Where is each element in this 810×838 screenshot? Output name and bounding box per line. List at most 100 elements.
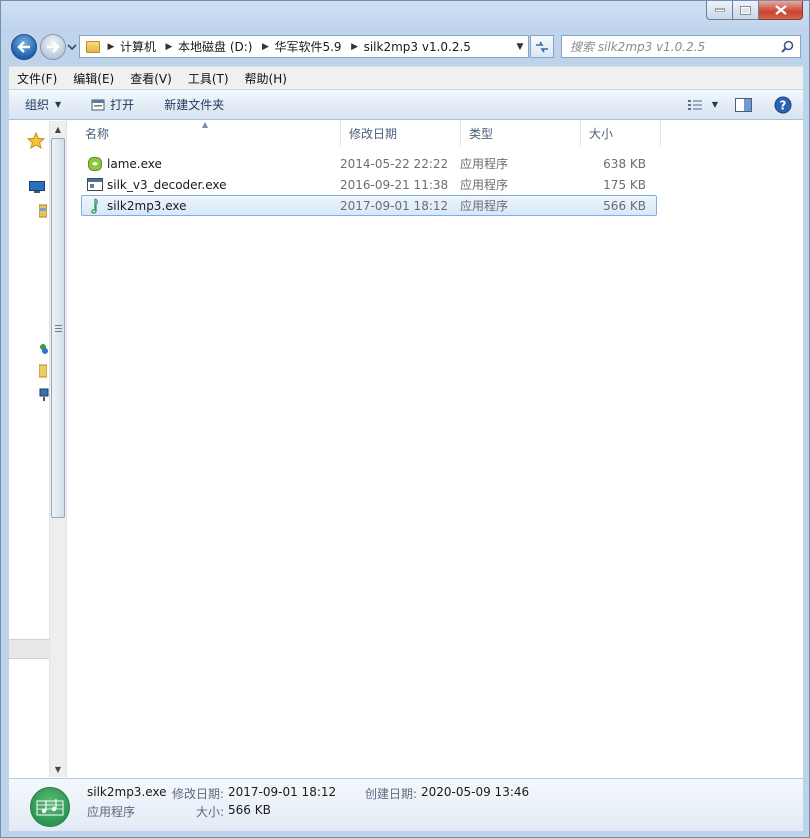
network-icon[interactable] [39, 388, 49, 402]
forward-button[interactable] [40, 34, 66, 60]
breadcrumb-separator-icon[interactable]: ▶ [162, 42, 176, 52]
search-box[interactable] [561, 35, 801, 58]
scroll-up-icon[interactable]: ▲ [50, 121, 66, 137]
change-view-button[interactable] [683, 90, 707, 119]
view-list-icon [688, 99, 702, 110]
view-dropdown-button[interactable]: ▼ [707, 90, 723, 119]
command-bar: 组织 ▼ 打开 新建文件夹 ▼ ? [9, 89, 803, 120]
menu-help[interactable]: 帮助(H) [237, 70, 295, 87]
search-icon[interactable] [781, 40, 794, 53]
file-size: 175 KB [603, 177, 646, 192]
column-header-name-label: 名称 [85, 127, 110, 141]
open-button[interactable]: 打开 [71, 90, 144, 119]
address-dropdown-icon[interactable]: ▼ [512, 42, 528, 52]
arrow-left-icon [17, 41, 30, 53]
navigation-scrollbar[interactable]: ▲ ▼ [49, 121, 66, 777]
computer-folder-icon[interactable] [39, 364, 47, 378]
details-size-label: 大小: [196, 805, 225, 819]
menu-view[interactable]: 查看(V) [122, 70, 180, 87]
breadcrumb-silk2mp3[interactable]: silk2mp3 v1.0.2.5 [362, 40, 477, 54]
new-folder-label: 新建文件夹 [164, 98, 225, 112]
close-button[interactable] [759, 1, 803, 20]
breadcrumb-separator-icon[interactable]: ▶ [258, 42, 272, 52]
file-type: 应用程序 [460, 178, 509, 192]
folder-icon [86, 40, 100, 53]
file-name-cell: lame.exe [82, 156, 340, 172]
details-pane: silk2mp3.exe 应用程序 修改日期: 2017-09-01 18:12… [9, 778, 803, 831]
file-name: silk2mp3.exe [107, 198, 187, 213]
breadcrumb-huajun[interactable]: 华军软件5.9 [272, 38, 347, 55]
chevron-down-icon: ▼ [711, 100, 719, 109]
file-size: 566 KB [603, 198, 646, 213]
file-name-cell: silk_v3_decoder.exe [82, 177, 340, 193]
table-row[interactable]: silk_v3_decoder.exe 2016-09-21 11:38 应用程… [81, 174, 657, 195]
menu-edit[interactable]: 编辑(E) [65, 70, 122, 87]
menu-tools[interactable]: 工具(T) [180, 70, 237, 87]
column-header-size[interactable]: 大小 [581, 120, 661, 147]
file-size: 638 KB [603, 156, 646, 171]
address-bar[interactable]: ▶ 计算机 ▶ 本地磁盘 (D:) ▶ 华军软件5.9 ▶ silk2mp3 v… [79, 35, 529, 58]
caption-buttons [706, 1, 803, 20]
open-label: 打开 [110, 98, 135, 112]
scrollbar-thumb[interactable] [51, 138, 65, 518]
homegroup-icon[interactable] [39, 342, 49, 356]
organize-label: 组织 [25, 98, 50, 112]
organize-button[interactable]: 组织 ▼ [9, 90, 71, 119]
breadcrumb-separator-icon[interactable]: ▶ [348, 42, 362, 52]
maximize-icon [740, 5, 751, 15]
explorer-window: ▶ 计算机 ▶ 本地磁盘 (D:) ▶ 华军软件5.9 ▶ silk2mp3 v… [0, 0, 810, 838]
music-note-icon [87, 197, 103, 214]
breadcrumb-separator-icon[interactable]: ▶ [104, 42, 118, 52]
chevron-down-icon: ▼ [55, 100, 62, 109]
column-header-date[interactable]: 修改日期 [341, 120, 461, 147]
details-file-name: silk2mp3.exe [87, 785, 167, 799]
preview-pane-icon [734, 97, 752, 112]
library-icon[interactable] [39, 204, 47, 218]
favorites-star-icon[interactable] [27, 132, 45, 149]
file-thumbnail [30, 787, 70, 827]
file-date: 2014-05-22 22:22 [340, 156, 449, 171]
file-name-cell: silk2mp3.exe [82, 197, 340, 214]
search-input[interactable] [562, 39, 772, 54]
file-rows: lame.exe 2014-05-22 22:22 应用程序 638 KB si… [81, 153, 657, 216]
column-header-name[interactable]: ▲ 名称 [67, 120, 341, 147]
help-button[interactable]: ? [763, 90, 803, 119]
new-folder-button[interactable]: 新建文件夹 [144, 90, 234, 119]
help-icon: ? [774, 96, 792, 113]
breadcrumb-drive-d[interactable]: 本地磁盘 (D:) [176, 38, 258, 55]
scroll-down-icon[interactable]: ▼ [50, 761, 66, 777]
file-name: silk_v3_decoder.exe [107, 177, 227, 192]
console-app-icon [87, 177, 103, 193]
details-size-value: 566 KB [228, 803, 271, 817]
recent-pages-dropdown[interactable] [67, 41, 77, 53]
view-controls: ▼ ? [683, 90, 803, 119]
table-row[interactable]: silk2mp3.exe 2017-09-01 18:12 应用程序 566 K… [81, 195, 657, 216]
table-row[interactable]: lame.exe 2014-05-22 22:22 应用程序 638 KB [81, 153, 657, 174]
music-note-icon [36, 799, 64, 816]
maximize-button[interactable] [733, 1, 759, 20]
refresh-button[interactable] [530, 35, 554, 58]
desktop-icon[interactable] [29, 181, 45, 193]
details-created-label: 创建日期: [365, 787, 418, 801]
lame-app-icon [87, 156, 103, 172]
close-icon [774, 5, 787, 15]
file-date: 2017-09-01 18:12 [340, 198, 449, 213]
minimize-button[interactable] [706, 1, 733, 20]
file-date: 2016-09-21 11:38 [340, 177, 449, 192]
column-header-type[interactable]: 类型 [461, 120, 581, 147]
menu-file[interactable]: 文件(F) [9, 70, 65, 87]
navigation-pane-splitter[interactable] [9, 639, 49, 659]
file-name: lame.exe [107, 156, 162, 171]
preview-pane-button[interactable] [723, 90, 763, 119]
file-type: 应用程序 [460, 199, 509, 213]
file-type: 应用程序 [460, 157, 509, 171]
breadcrumb-computer[interactable]: 计算机 [118, 38, 162, 55]
column-headers: ▲ 名称 修改日期 类型 大小 [67, 120, 661, 147]
details-created-value: 2020-05-09 13:46 [421, 785, 530, 799]
back-button[interactable] [11, 34, 37, 60]
refresh-icon [536, 41, 548, 52]
minimize-icon [714, 8, 725, 12]
chevron-down-icon [67, 44, 77, 51]
column-header-type-label: 类型 [469, 127, 494, 141]
arrow-right-icon [47, 41, 60, 53]
